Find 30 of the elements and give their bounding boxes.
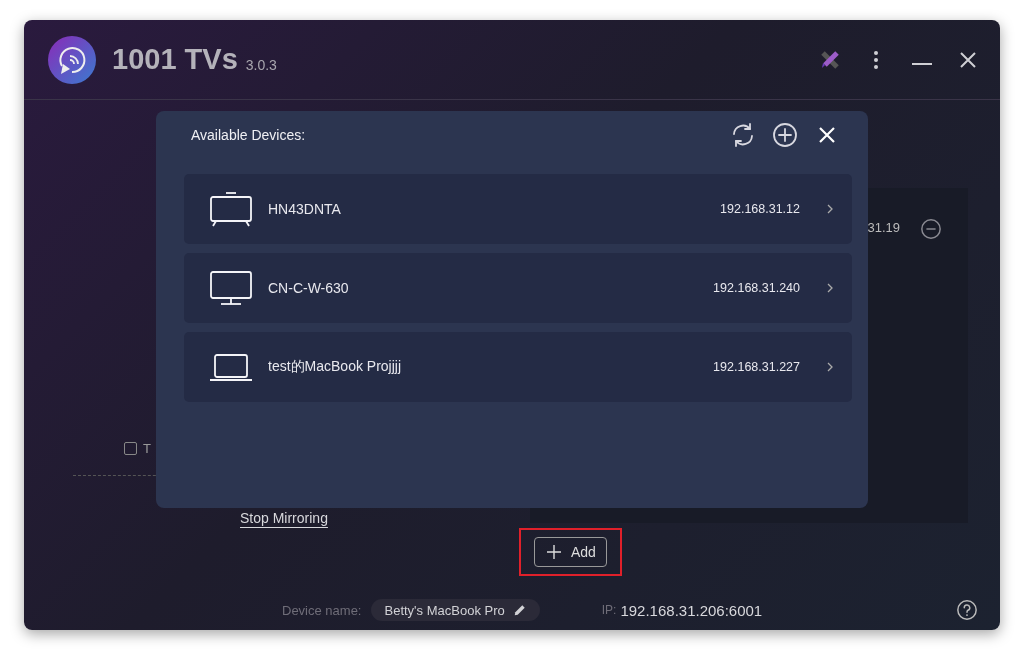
ip-address: 192.168.31.206:6001 [620, 601, 763, 619]
device-row[interactable]: HN43DNTA 192.168.31.12 [184, 174, 852, 244]
app-title: 1001 TVs [112, 43, 238, 76]
help-icon[interactable] [956, 599, 978, 621]
device-ip: 31.19 [867, 220, 900, 235]
device-ip: 192.168.31.12 [720, 202, 800, 216]
refresh-icon[interactable] [730, 122, 756, 148]
plus-icon [545, 543, 563, 561]
stop-mirroring-link[interactable]: Stop Mirroring [240, 510, 328, 526]
checkbox[interactable] [124, 441, 137, 455]
device-row[interactable]: test的MacBook Projjjj 192.168.31.227 [184, 332, 852, 402]
device-name-label: Device name: [282, 602, 362, 618]
device-name: CN-C-W-630 [268, 280, 349, 296]
tv-icon [208, 189, 254, 229]
ip-label: IP: [601, 603, 617, 617]
add-icon[interactable] [772, 122, 798, 148]
device-row[interactable]: CN-C-W-630 192.168.31.240 [184, 253, 852, 323]
monitor-icon [208, 268, 254, 308]
app-version: 3.0.3 [245, 56, 277, 73]
add-button[interactable]: Add [534, 537, 607, 567]
device-name: test的MacBook Projjjj [268, 358, 402, 376]
checkbox-label: T [143, 440, 151, 456]
device-ip: 192.168.31.227 [713, 360, 800, 374]
device-name: HN43DNTA [268, 201, 341, 217]
logo-icon [48, 35, 96, 84]
pencil-icon [512, 603, 527, 617]
device-ip: 192.168.31.240 [713, 281, 800, 295]
device-name-field[interactable]: Betty's MacBook Pro [371, 599, 540, 621]
dialog-title: Available Devices: [191, 127, 306, 143]
remove-icon[interactable] [920, 218, 942, 240]
